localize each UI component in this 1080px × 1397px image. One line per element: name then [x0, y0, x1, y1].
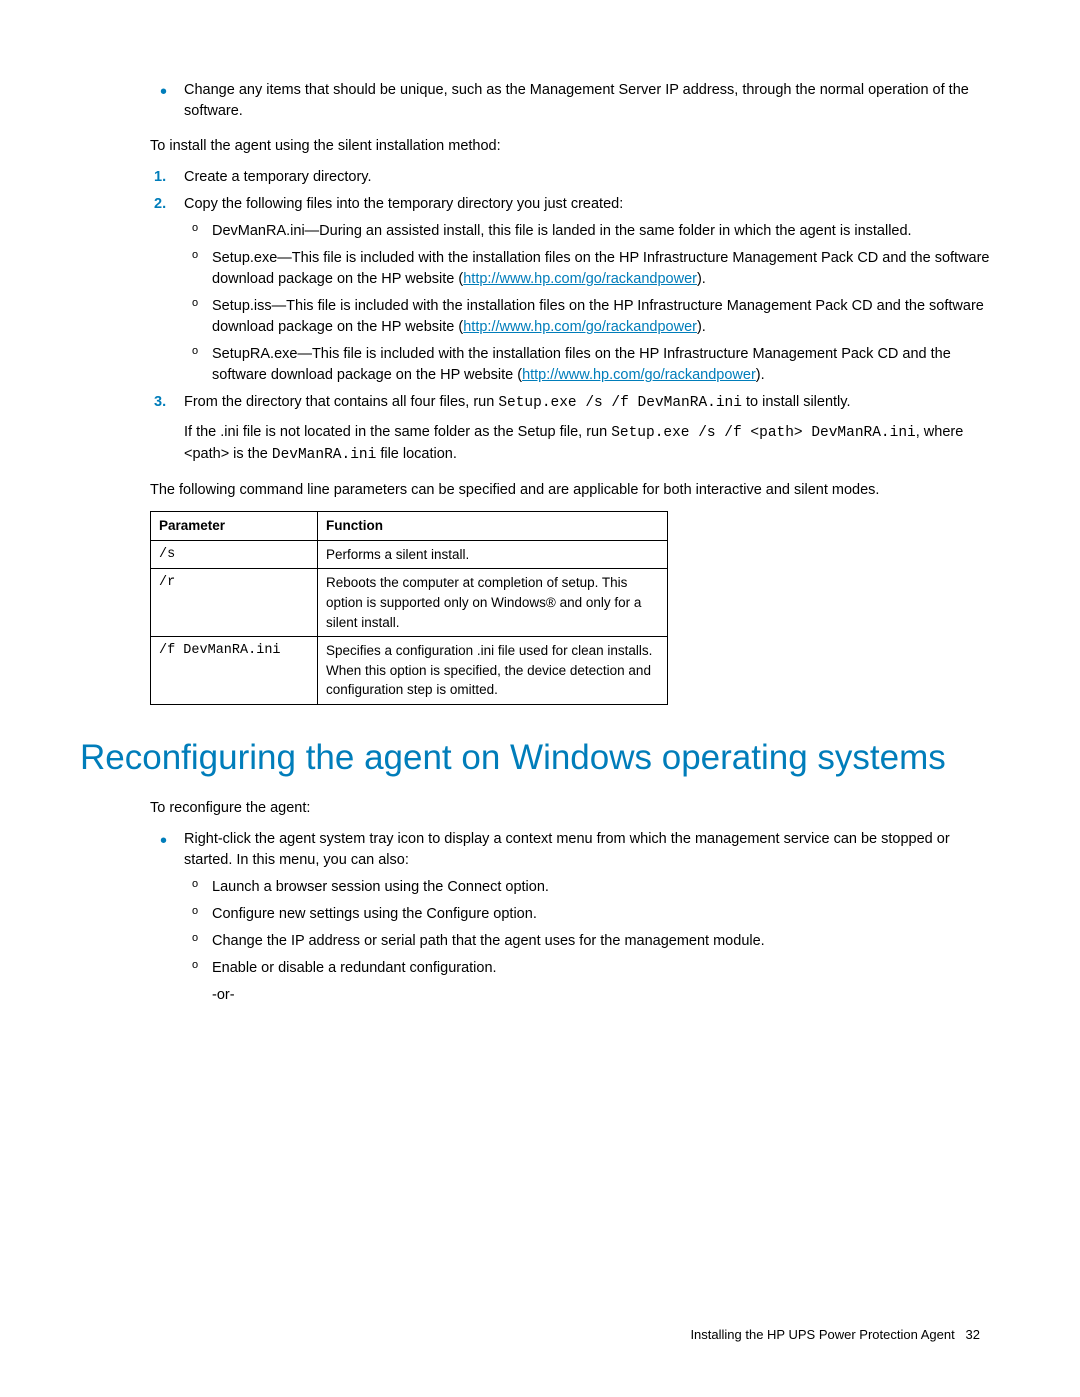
- table-cell-func: Specifies a configuration .ini file used…: [318, 637, 668, 705]
- step-1-text: Create a temporary directory.: [184, 169, 372, 185]
- section-heading: Reconfiguring the agent on Windows opera…: [80, 735, 1000, 781]
- step-2-sub-b: Setup.exe—This file is included with the…: [184, 248, 1000, 290]
- footer-page-number: 32: [966, 1327, 980, 1342]
- step-2-sublist: DevManRA.ini—During an assisted install,…: [184, 221, 1000, 386]
- step-2-text: Copy the following files into the tempor…: [184, 196, 623, 212]
- top-bullet-list: Change any items that should be unique, …: [150, 80, 1000, 122]
- step-3-pre: From the directory that contains all fou…: [184, 394, 498, 410]
- reconf-sub-d: Enable or disable a redundant configurat…: [184, 958, 1000, 979]
- reconf-sub-c: Change the IP address or serial path tha…: [184, 931, 1000, 952]
- reconf-bullet-item: Right-click the agent system tray icon t…: [150, 829, 1000, 1006]
- step-3-cmd: Setup.exe /s /f DevManRA.ini: [498, 395, 742, 411]
- step-3-extra-cmd2: DevManRA.ini: [272, 447, 376, 463]
- reconf-sub-c-text: Change the IP address or serial path tha…: [212, 933, 765, 949]
- table-cell-func: Performs a silent install.: [318, 540, 668, 569]
- reconf-sublist: Launch a browser session using the Conne…: [184, 877, 1000, 979]
- step-2-sub-b-post: ).: [697, 271, 706, 287]
- step-2-sub-a-text: DevManRA.ini—During an assisted install,…: [212, 223, 912, 239]
- step-3-extra-pre: If the .ini file is not located in the s…: [184, 424, 611, 440]
- params-table: Parameter Function /s Performs a silent …: [150, 511, 668, 705]
- reconf-sub-a: Launch a browser session using the Conne…: [184, 877, 1000, 898]
- page-footer: Installing the HP UPS Power Protection A…: [690, 1326, 980, 1345]
- step-1-number: 1.: [154, 167, 166, 188]
- table-row: /r Reboots the computer at completion of…: [151, 569, 668, 637]
- step-3-number: 3.: [154, 392, 166, 413]
- step-2-sub-d-link[interactable]: http://www.hp.com/go/rackandpower: [522, 367, 756, 383]
- step-2-number: 2.: [154, 194, 166, 215]
- step-3: 3. From the directory that contains all …: [150, 392, 1000, 466]
- content-area: Change any items that should be unique, …: [80, 80, 1000, 1006]
- table-cell-param: /r: [151, 569, 318, 637]
- step-2: 2. Copy the following files into the tem…: [150, 194, 1000, 386]
- step-2-sub-c-link[interactable]: http://www.hp.com/go/rackandpower: [463, 319, 697, 335]
- table-header-parameter: Parameter: [151, 512, 318, 541]
- reconf-or: -or-: [184, 985, 1000, 1006]
- table-header-row: Parameter Function: [151, 512, 668, 541]
- table-row: /f DevManRA.ini Specifies a configuratio…: [151, 637, 668, 705]
- table-cell-param: /s: [151, 540, 318, 569]
- reconf-sub-a-text: Launch a browser session using the Conne…: [212, 879, 549, 895]
- install-intro: To install the agent using the silent in…: [150, 136, 1000, 157]
- top-bullet-text: Change any items that should be unique, …: [184, 82, 969, 119]
- table-cell-param: /f DevManRA.ini: [151, 637, 318, 705]
- step-2-sub-c-post: ).: [697, 319, 706, 335]
- step-2-sub-d: SetupRA.exe—This file is included with t…: [184, 344, 1000, 386]
- install-steps: 1. Create a temporary directory. 2. Copy…: [150, 167, 1000, 466]
- step-3-extra-post: file location.: [376, 446, 457, 462]
- footer-text: Installing the HP UPS Power Protection A…: [690, 1327, 954, 1342]
- reconf-bullets: Right-click the agent system tray icon t…: [150, 829, 1000, 1006]
- heading-wrap: Reconfiguring the agent on Windows opera…: [80, 735, 1000, 781]
- step-1: 1. Create a temporary directory.: [150, 167, 1000, 188]
- table-header-function: Function: [318, 512, 668, 541]
- reconf-sub-b: Configure new settings using the Configu…: [184, 904, 1000, 925]
- step-2-sub-c: Setup.iss—This file is included with the…: [184, 296, 1000, 338]
- table-row: /s Performs a silent install.: [151, 540, 668, 569]
- step-2-sub-b-link[interactable]: http://www.hp.com/go/rackandpower: [463, 271, 697, 287]
- step-2-sub-d-post: ).: [756, 367, 765, 383]
- reconf-intro: To reconfigure the agent:: [150, 798, 1000, 819]
- table-cell-func: Reboots the computer at completion of se…: [318, 569, 668, 637]
- step-2-sub-a: DevManRA.ini—During an assisted install,…: [184, 221, 1000, 242]
- step-3-post: to install silently.: [742, 394, 851, 410]
- reconf-sub-d-text: Enable or disable a redundant configurat…: [212, 960, 497, 976]
- reconf-sub-b-text: Configure new settings using the Configu…: [212, 906, 537, 922]
- step-3-extra: If the .ini file is not located in the s…: [184, 422, 1000, 466]
- reconf-bullet-text: Right-click the agent system tray icon t…: [184, 831, 950, 868]
- table-intro: The following command line parameters ca…: [150, 480, 1000, 501]
- page: Change any items that should be unique, …: [0, 0, 1080, 1397]
- step-3-extra-cmd1: Setup.exe /s /f <path> DevManRA.ini: [611, 425, 916, 441]
- top-bullet-item: Change any items that should be unique, …: [150, 80, 1000, 122]
